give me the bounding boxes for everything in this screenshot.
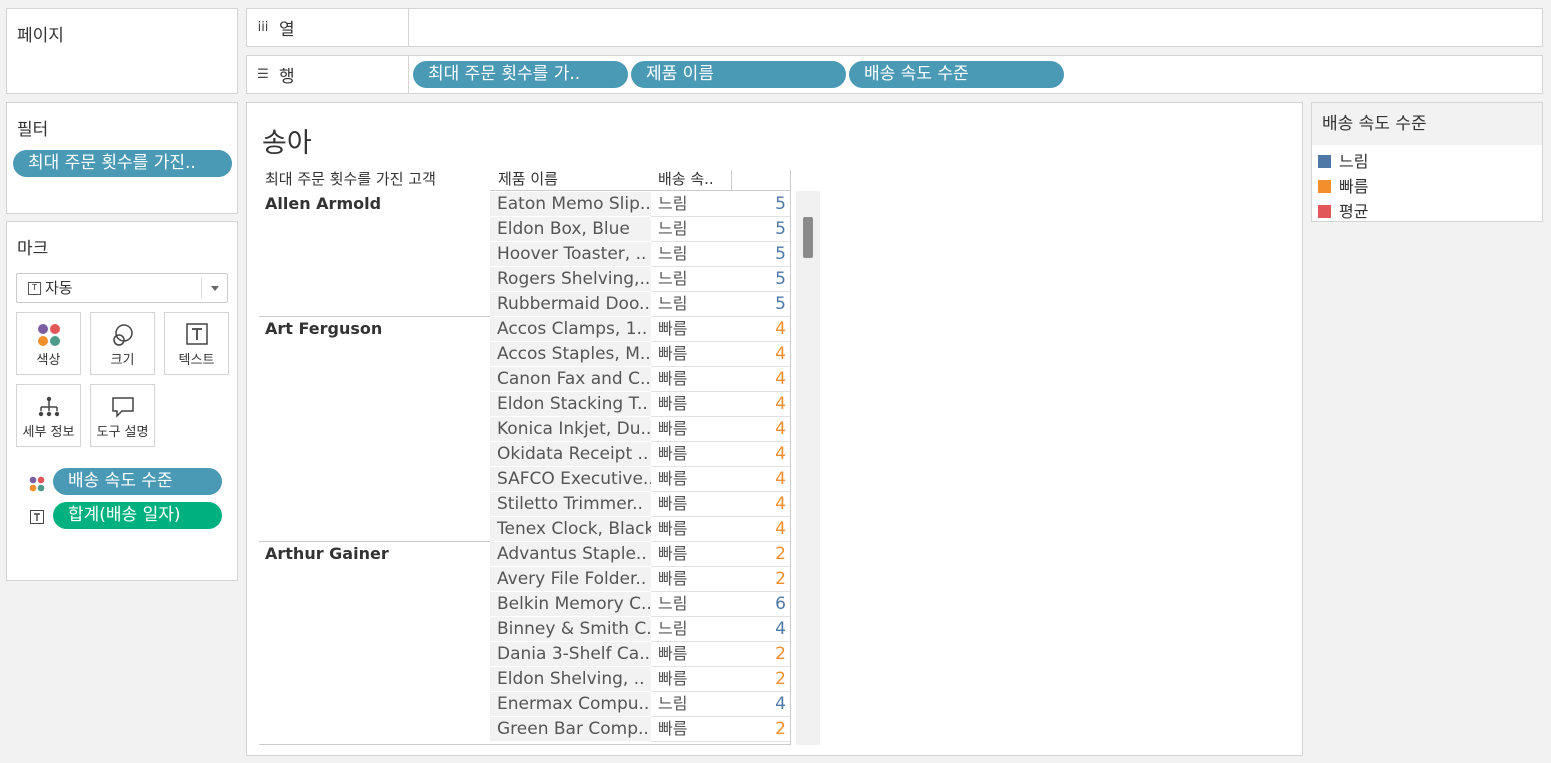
shipping-speed-cell[interactable]: 빠름 [651,342,732,367]
legend-swatch [1318,155,1331,168]
product-name-cell[interactable]: Konica Inkjet, Du.. [490,417,651,442]
ship-days-value[interactable]: 4 [732,467,790,492]
product-name-cell[interactable]: Belkin Memory C.. [490,592,651,617]
ship-days-value[interactable]: 4 [732,492,790,517]
shipping-speed-cell[interactable]: 빠름 [651,542,732,567]
ship-days-value[interactable]: 5 [732,267,790,292]
shipping-speed-cell[interactable]: 빠름 [651,517,732,542]
legend-item[interactable]: 느림 [1318,148,1368,172]
customer-name[interactable]: Arthur Gainer [265,544,389,563]
product-name-cell[interactable]: Enermax Compu.. [490,692,651,717]
ship-days-value[interactable]: 4 [732,417,790,442]
group-separator [259,541,490,542]
shipping-speed-cell[interactable]: 빠름 [651,442,732,467]
ship-days-value[interactable]: 4 [732,517,790,542]
ship-days-value[interactable]: 4 [732,392,790,417]
shipping-speed-cell[interactable]: 빠름 [651,392,732,417]
product-name-cell[interactable]: Stiletto Trimmer.. [490,492,651,517]
ship-days-value[interactable]: 4 [732,367,790,392]
ship-days-value[interactable]: 2 [732,567,790,592]
shipping-speed-cell[interactable]: 느림 [651,217,732,242]
ship-days-value[interactable]: 2 [732,717,790,742]
shipping-speed-cell[interactable]: 빠름 [651,317,732,342]
ship-days-value[interactable]: 2 [732,667,790,692]
shipping-speed-cell[interactable]: 느림 [651,242,732,267]
product-name-cell[interactable]: Canon Fax and C.. [490,367,651,392]
shipping-speed-cell[interactable]: 빠름 [651,417,732,442]
product-name-cell[interactable]: SAFCO Executive.. [490,467,651,492]
ship-days-value[interactable]: 5 [732,292,790,317]
ship-days-value[interactable]: 4 [732,317,790,342]
shipping-speed-cell[interactable]: 빠름 [651,492,732,517]
shipping-speed-cell[interactable]: 빠름 [651,667,732,692]
color-legend: 배송 속도 수준 느림빠름평균 [1311,102,1543,222]
shipping-speed-cell[interactable]: 느림 [651,192,732,217]
ship-days-value[interactable]: 6 [732,592,790,617]
legend-item[interactable]: 빠름 [1318,173,1368,197]
shipping-speed-cell[interactable]: 빠름 [651,367,732,392]
product-name-cell[interactable]: Rogers Shelving,.. [490,267,651,292]
product-name-cell[interactable]: Eldon Stacking T.. [490,392,651,417]
shipping-speed-cell[interactable]: 느림 [651,617,732,642]
scrollbar-thumb[interactable] [803,217,813,258]
ship-days-value[interactable]: 5 [732,192,790,217]
shipping-speed-cell[interactable]: 빠름 [651,717,732,742]
product-name-cell[interactable]: Avery File Folder.. [490,567,651,592]
vertical-scrollbar[interactable] [796,191,820,745]
product-name-cell[interactable]: Green Bar Comp.. [490,717,651,742]
legend-swatch [1318,205,1331,218]
product-name-cell[interactable]: Advantus Staple.. [490,542,651,567]
product-name-cell[interactable]: Eaton Memo Slip.. [490,192,651,217]
ship-days-value[interactable]: 4 [732,692,790,717]
product-name-cell[interactable]: Eldon Shelving, .. [490,667,651,692]
legend-title[interactable]: 배송 속도 수준 [1312,103,1542,145]
table-bottom-border [259,744,790,745]
customer-name[interactable]: Allen Armold [265,194,381,213]
customer-name[interactable]: Art Ferguson [265,319,382,338]
product-name-cell[interactable]: Accos Staples, M.. [490,342,651,367]
legend-swatch [1318,180,1331,193]
product-name-cell[interactable]: Dania 3-Shelf Ca.. [490,642,651,667]
ship-days-value[interactable]: 5 [732,217,790,242]
product-name-cell[interactable]: Hoover Toaster, .. [490,242,651,267]
product-name-cell[interactable]: Eldon Box, Blue [490,217,651,242]
product-name-cell[interactable]: Okidata Receipt .. [490,442,651,467]
shipping-speed-cell[interactable]: 빠름 [651,642,732,667]
shipping-speed-cell[interactable]: 느림 [651,292,732,317]
ship-days-value[interactable]: 5 [732,242,790,267]
ship-days-value[interactable]: 4 [732,617,790,642]
legend-label: 느림 [1339,152,1369,171]
shipping-speed-cell[interactable]: 느림 [651,692,732,717]
ship-days-value[interactable]: 2 [732,542,790,567]
shipping-speed-cell[interactable]: 빠름 [651,567,732,592]
product-name-cell[interactable]: Binney & Smith C.. [490,617,651,642]
shipping-speed-cell[interactable]: 느림 [651,267,732,292]
product-name-cell[interactable]: Accos Clamps, 1.. [490,317,651,342]
legend-item[interactable]: 평균 [1318,198,1368,222]
ship-days-value[interactable]: 4 [732,342,790,367]
value-column-border [790,191,791,745]
group-separator [259,316,490,317]
ship-days-value[interactable]: 2 [732,642,790,667]
ship-days-value[interactable]: 4 [732,442,790,467]
shipping-speed-cell[interactable]: 빠름 [651,467,732,492]
shipping-speed-cell[interactable]: 느림 [651,592,732,617]
product-name-cell[interactable]: Tenex Clock, Black [490,517,651,542]
product-name-cell[interactable]: Rubbermaid Doo.. [490,292,651,317]
legend-label: 빠름 [1339,177,1369,196]
legend-label: 평균 [1339,202,1369,221]
